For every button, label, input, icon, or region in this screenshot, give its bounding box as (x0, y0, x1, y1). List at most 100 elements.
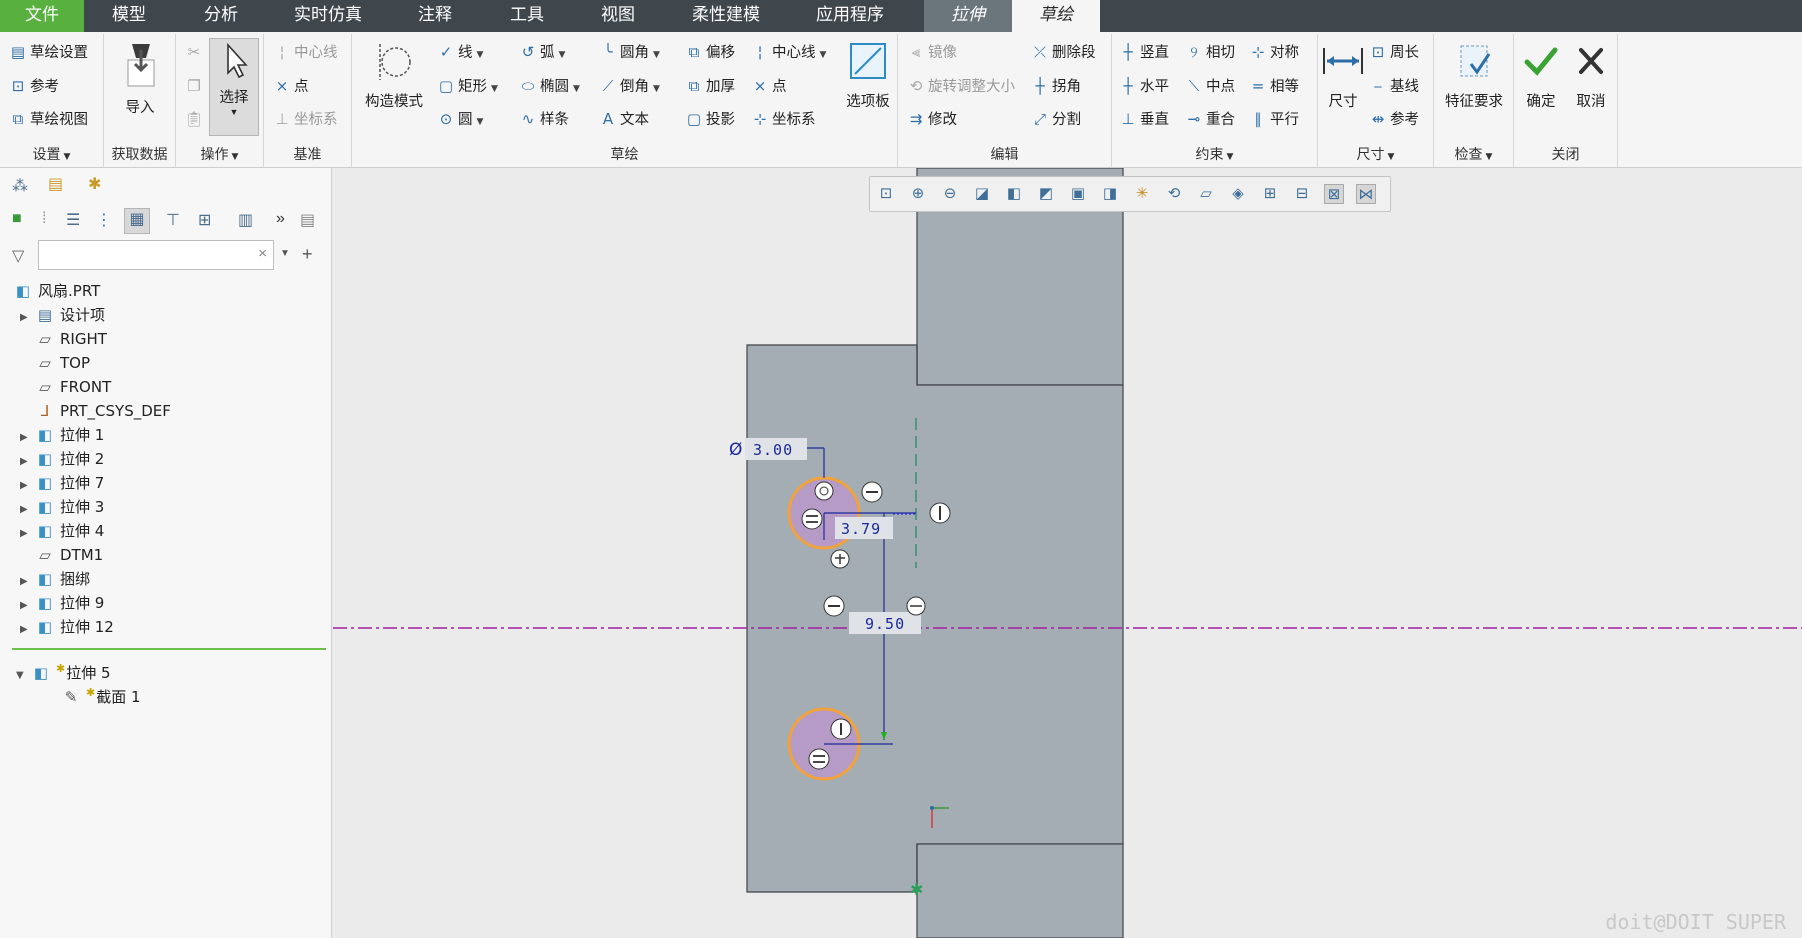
delete-segment-button[interactable]: ⤫ 删除段 (1030, 40, 1096, 64)
dimension-display-icon[interactable]: ⊞ (1260, 184, 1280, 204)
tree-item-active-section[interactable]: ✎ ✱截面 1 (60, 682, 141, 706)
vertical-dimension[interactable]: 9.50 (865, 615, 905, 633)
horizontal-constraint-button[interactable]: ┼ 水平 (1118, 74, 1169, 98)
tree-item-csys[interactable]: ⅃ PRT_CSYS_DEF (20, 400, 171, 422)
zoom-in-icon[interactable]: ⊕ (908, 184, 928, 204)
spin-center-icon[interactable]: ⟲ (1164, 184, 1184, 204)
tree-item-top-plane[interactable]: ▱ TOP (20, 352, 90, 374)
tree-item-dtm1[interactable]: ▱ DTM1 (20, 544, 103, 566)
datum-display-icon[interactable]: ✳ (1132, 184, 1152, 204)
perpendicular-constraint-button[interactable]: ⊥ 垂直 (1118, 107, 1169, 131)
group-label-constrain[interactable]: 约束 ▼ (1112, 144, 1317, 164)
group-label-operations[interactable]: 操作 ▼ (176, 144, 263, 164)
saved-orientations-icon[interactable]: ◩ (1036, 184, 1056, 204)
construction-mode-button[interactable]: 构造模式 (358, 40, 430, 111)
datum-centerline-button[interactable]: ¦ 中心线 (272, 40, 337, 64)
constraint-display-icon[interactable]: ⊟ (1292, 184, 1312, 204)
section-display-icon[interactable]: ◈ (1228, 184, 1248, 204)
references-button[interactable]: ⊡ 参考 (8, 74, 59, 98)
group-label-dimension[interactable]: 尺寸 ▼ (1318, 144, 1433, 164)
rotate-resize-button[interactable]: ⟲ 旋转调整大小 (906, 74, 1015, 98)
tree-item-right-plane[interactable]: ▱ RIGHT (20, 328, 107, 350)
tab-annotate[interactable]: 注释 (398, 0, 472, 32)
vertex-display-icon[interactable]: ⋈ (1356, 184, 1376, 204)
tree-item-design-items[interactable]: ▶ ▤ 设计项 (20, 304, 105, 326)
rectangle-button[interactable]: ▢ 矩形 ▼ (436, 74, 498, 98)
corner-button[interactable]: ┼ 拐角 (1030, 74, 1081, 98)
favorites-tab-icon[interactable]: ✱ (88, 174, 101, 194)
dimension-button[interactable]: 尺寸 (1320, 40, 1366, 111)
tree-item-bind[interactable]: ▶ ◧ 捆绑 (20, 568, 90, 590)
tab-view[interactable]: 视图 (581, 0, 655, 32)
paste-icon[interactable]: 📋︎ (184, 107, 206, 131)
tab-analysis[interactable]: 分析 (184, 0, 258, 32)
mirror-button[interactable]: ⫷ 镜像 (906, 40, 957, 64)
display-style-icon[interactable]: ◧ (1004, 184, 1024, 204)
copy-icon[interactable]: ❐ (184, 74, 206, 98)
search-dropdown-icon[interactable]: ▼ (280, 248, 290, 259)
tree-root[interactable]: ◧ 风扇.PRT (12, 280, 100, 302)
sketch-drawing[interactable]: Ø 3.00 3.79 9.50 ✱ (333, 168, 1802, 938)
tab-live-simulation[interactable]: 实时仿真 (278, 0, 378, 32)
refit-icon[interactable]: ⊡ (876, 184, 896, 204)
tree-item-extrude-3[interactable]: ▶ ◧ 拉伸 3 (20, 496, 104, 518)
datum-csys-button[interactable]: ⊥ 坐标系 (272, 107, 337, 131)
tree-search-input[interactable]: × (38, 240, 274, 270)
sketch-setup-button[interactable]: ▤ 草绘设置 (8, 40, 88, 64)
show-icon[interactable]: ▥ (238, 210, 253, 230)
tangent-constraint-button[interactable]: ୨ 相切 (1184, 40, 1235, 64)
layer-tree-tab-icon[interactable]: ▤ (48, 174, 63, 194)
repaint-icon[interactable]: ◪ (972, 184, 992, 204)
vertical-constraint-button[interactable]: ┼ 竖直 (1118, 40, 1169, 64)
midpoint-constraint-button[interactable]: ⟍ 中点 (1184, 74, 1235, 98)
part-icon[interactable]: ■ (12, 210, 22, 228)
tree-item-active-extrude[interactable]: ▼ ◧ ✱拉伸 5 (16, 658, 111, 682)
tree-outline-icon[interactable]: ⋮ (96, 210, 112, 230)
tree-item-extrude-9[interactable]: ▶ ◧ 拉伸 9 (20, 592, 104, 614)
sketch-csys-button[interactable]: ⊹ 坐标系 (750, 107, 816, 131)
tab-tools[interactable]: 工具 (490, 0, 564, 32)
text-button[interactable]: A 文本 (598, 107, 649, 131)
parallel-constraint-button[interactable]: ∥ 平行 (1248, 107, 1299, 131)
tree-item-extrude-1[interactable]: ▶ ◧ 拉伸 1 (20, 424, 104, 446)
divide-button[interactable]: ⤢ 分割 (1030, 107, 1081, 131)
cancel-button[interactable]: 取消 (1568, 40, 1614, 111)
arc-button[interactable]: ↺ 弧 ▼ (518, 40, 566, 64)
tree-item-extrude-2[interactable]: ▶ ◧ 拉伸 2 (20, 448, 104, 470)
group-label-inspect[interactable]: 检查 ▼ (1434, 144, 1513, 164)
annotation-display-icon[interactable]: ▱ (1196, 184, 1216, 204)
clear-search-icon[interactable]: × (258, 245, 267, 262)
tab-extrude[interactable]: 拉伸 (924, 0, 1012, 32)
ok-button[interactable]: 确定 (1518, 40, 1564, 111)
symmetric-constraint-button[interactable]: ⊹ 对称 (1248, 40, 1299, 64)
line-button[interactable]: ✓ 线 ▼ (436, 40, 484, 64)
circle-button[interactable]: ⊙ 圆 ▼ (436, 107, 484, 131)
tree-item-extrude-4[interactable]: ▶ ◧ 拉伸 4 (20, 520, 104, 542)
tree-item-extrude-7[interactable]: ▶ ◧ 拉伸 7 (20, 472, 104, 494)
palette-button[interactable]: 选项板 (842, 40, 894, 111)
coincident-constraint-button[interactable]: ⊸ 重合 (1184, 107, 1235, 131)
reference-dimension-button[interactable]: ⇹ 参考 (1368, 107, 1419, 131)
perspective-icon[interactable]: ◨ (1100, 184, 1120, 204)
baseline-button[interactable]: ⎯ 基线 (1368, 74, 1419, 98)
insert-here-line[interactable] (12, 648, 326, 650)
tab-model[interactable]: 模型 (92, 0, 166, 32)
tab-file[interactable]: 文件 (0, 0, 84, 32)
horizontal-dimension[interactable]: 3.79 (841, 520, 881, 538)
equal-constraint-button[interactable]: = 相等 (1248, 74, 1299, 98)
group-label-settings[interactable]: 设置 ▼ (0, 144, 103, 164)
cut-icon[interactable]: ✂ (184, 40, 206, 64)
spline-button[interactable]: ∿ 样条 (518, 107, 569, 131)
select-button[interactable]: 选择 ▼ (209, 38, 259, 136)
tree-columns-icon[interactable]: ▦ (124, 208, 150, 234)
thicken-button[interactable]: ⧉ 加厚 (684, 74, 735, 98)
graphics-canvas[interactable]: Ø 3.00 3.79 9.50 ✱ ⊡ ⊕ ⊖ ◪ ◧ ◩ ▣ ◨ ✳ ⟲ ▱… (333, 168, 1802, 938)
tree-item-front-plane[interactable]: ▱ FRONT (20, 376, 111, 398)
project-button[interactable]: ▢ 投影 (684, 107, 735, 131)
tree-filter-icon[interactable]: ⊤ (166, 210, 180, 230)
tab-applications[interactable]: 应用程序 (800, 0, 900, 32)
modify-button[interactable]: ⇉ 修改 (906, 107, 957, 131)
import-button[interactable]: 导入 (118, 40, 162, 117)
add-filter-icon[interactable]: + (302, 244, 313, 265)
diameter-dimension[interactable]: 3.00 (753, 441, 793, 459)
